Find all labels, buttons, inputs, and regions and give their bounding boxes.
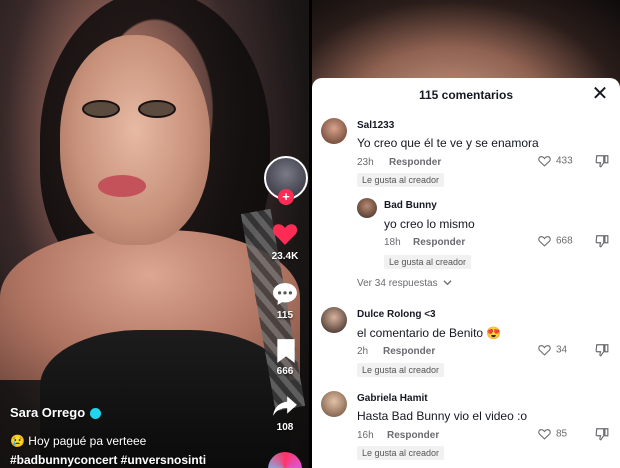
save-count: 666	[276, 366, 294, 377]
dislike-button[interactable]	[595, 154, 609, 173]
share-count: 108	[276, 422, 294, 433]
save-button[interactable]	[273, 338, 299, 369]
like-button[interactable]	[272, 222, 298, 251]
comment-text: el comentario de Benito 😍	[357, 326, 502, 340]
comment-text: Hasta Bad Bunny vio el video :o	[357, 409, 528, 423]
heart-outline-icon	[538, 429, 551, 440]
comment-text: yo creo lo mismo	[384, 217, 475, 231]
dislike-button[interactable]	[595, 343, 609, 362]
comment-like-button[interactable]: 668	[538, 235, 573, 247]
heart-outline-icon	[538, 156, 551, 167]
view-more-replies-label: Ver 34 respuestas	[357, 278, 438, 289]
commenter-avatar[interactable]	[321, 118, 347, 144]
comment-icon	[273, 283, 297, 305]
verified-badge-icon	[90, 408, 102, 420]
commenter-name[interactable]: Dulce Rolong <3	[357, 309, 436, 320]
creator-liked-badge: Le gusta al creador	[384, 255, 472, 269]
video-lips	[98, 175, 146, 197]
comment-time: 23h	[357, 157, 374, 168]
commenter-avatar[interactable]	[357, 198, 377, 218]
comment-like-count: 34	[556, 344, 568, 356]
heart-outline-icon	[538, 345, 551, 356]
follow-button[interactable]: +	[278, 189, 294, 205]
author-name[interactable]: Sara Orrego	[10, 405, 85, 420]
commenter-name[interactable]: Sal1233	[357, 120, 394, 131]
video-author[interactable]: Sara Orrego	[10, 405, 102, 420]
comment-count: 115	[276, 310, 294, 321]
comment-time: 18h	[384, 237, 401, 248]
reply-button[interactable]: Responder	[389, 157, 441, 168]
comment-like-button[interactable]: 85	[538, 428, 567, 440]
comments-sheet: 115 comentarios ✕ Sal1233 Yo creo que él…	[312, 78, 620, 468]
bookmark-icon	[277, 339, 295, 363]
share-button[interactable]	[272, 395, 298, 422]
comment-time: 2h	[357, 346, 369, 357]
like-count: 23.4K	[271, 251, 299, 262]
video-eye-left	[82, 100, 120, 118]
comment-button[interactable]	[272, 282, 298, 311]
comment-like-count: 668	[556, 235, 573, 247]
comment-text: Yo creo que él te ve y se enamora	[357, 136, 539, 150]
creator-liked-badge: Le gusta al creador	[357, 446, 445, 460]
commenter-avatar[interactable]	[321, 307, 347, 333]
commenter-avatar[interactable]	[321, 391, 347, 417]
commenter-name[interactable]: Bad Bunny	[384, 200, 437, 211]
video-caption: 😢 Hoy pagué pa verteee	[10, 434, 147, 448]
thumbs-down-icon	[595, 344, 609, 357]
heart-outline-icon	[538, 236, 551, 247]
thumbs-down-icon	[595, 428, 609, 441]
dislike-button[interactable]	[595, 427, 609, 446]
heart-icon	[272, 224, 298, 245]
close-icon[interactable]: ✕	[590, 84, 610, 104]
thumbs-down-icon	[595, 155, 609, 168]
comment-like-count: 85	[556, 428, 568, 440]
video-eye-right	[138, 100, 176, 118]
video-background-top	[312, 0, 620, 90]
comments-panel: 115 comentarios ✕ Sal1233 Yo creo que él…	[312, 0, 620, 468]
creator-liked-badge: Le gusta al creador	[357, 363, 445, 377]
dislike-button[interactable]	[595, 234, 609, 253]
reply-button[interactable]: Responder	[383, 346, 435, 357]
comment-like-button[interactable]: 34	[538, 344, 567, 356]
commenter-name[interactable]: Gabriela Hamit	[357, 393, 428, 404]
video-face	[60, 35, 210, 245]
comment-like-button[interactable]: 433	[538, 155, 573, 167]
reply-button[interactable]: Responder	[413, 237, 465, 248]
thumbs-down-icon	[595, 235, 609, 248]
chevron-down-icon	[443, 280, 452, 286]
comments-count-title: 115 comentarios	[418, 88, 514, 102]
reply-button[interactable]: Responder	[387, 430, 439, 441]
creator-liked-badge: Le gusta al creador	[357, 173, 445, 187]
video-hashtags[interactable]: #badbunnyconcert #unversnosinti	[10, 453, 206, 467]
comment-time: 16h	[357, 430, 374, 441]
view-more-replies[interactable]: Ver 34 respuestas	[357, 278, 452, 289]
share-arrow-icon	[273, 396, 297, 416]
comment-like-count: 433	[556, 155, 573, 167]
video-panel[interactable]: + 23.4K 115 666 108 Sara Orrego 😢 Hoy pa…	[0, 0, 309, 468]
